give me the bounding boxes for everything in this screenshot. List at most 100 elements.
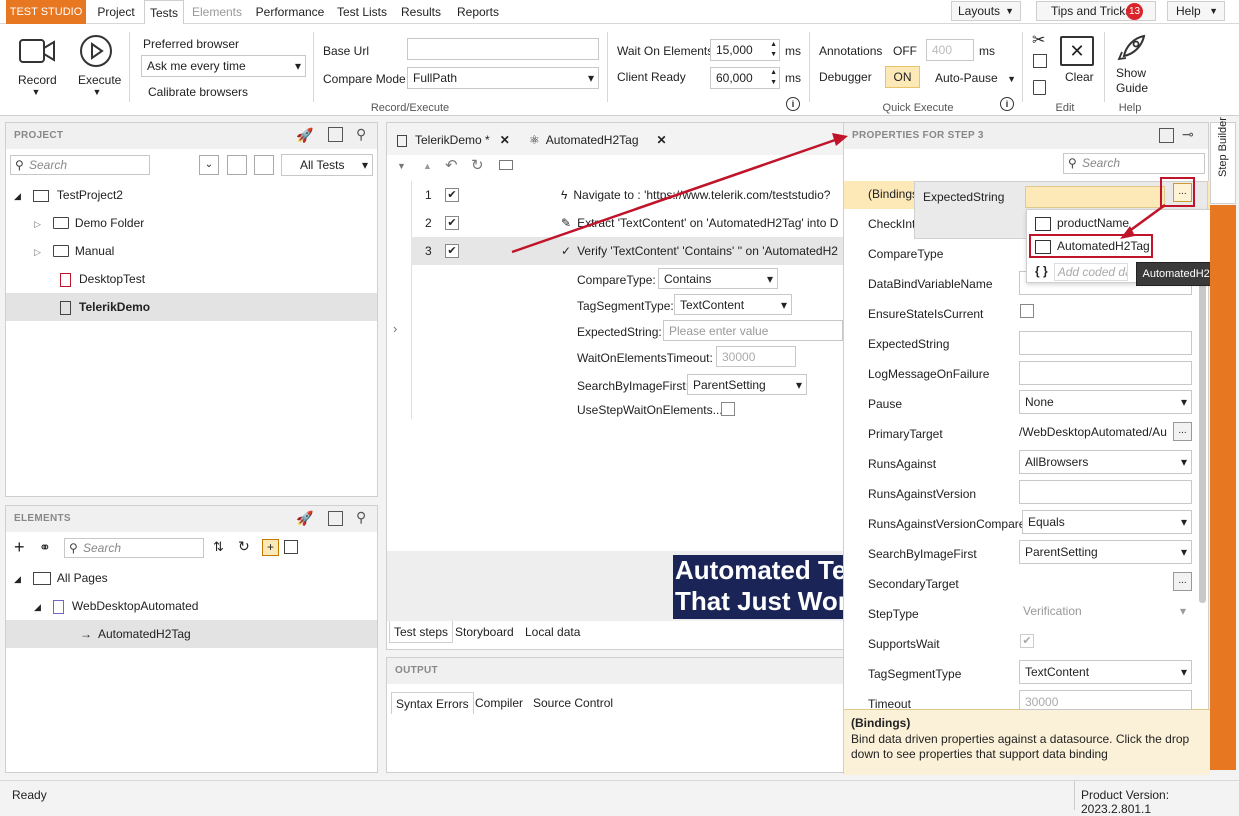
tab-storyboard[interactable]: Storyboard [451, 621, 518, 643]
tree-item-page[interactable]: ◢ WebDesktopAutomated [34, 592, 198, 620]
pin-icon[interactable]: ⚲ [356, 126, 366, 143]
editor-tab-telerikdemo[interactable]: TelerikDemo * ✕ [397, 129, 510, 151]
tree-item-element[interactable]: → AutomatedH2Tag [80, 620, 191, 648]
tree-item-all-pages[interactable]: ◢ All Pages [14, 564, 108, 592]
expected-string-prop-input[interactable] [1019, 331, 1192, 355]
primary-target-ellipsis-button[interactable]: ... [1173, 422, 1192, 441]
project-search-input[interactable]: ⚲ Search [10, 155, 150, 175]
log-message-input[interactable] [1019, 361, 1192, 385]
tree-item-manual[interactable]: ▷ Manual [34, 237, 114, 265]
pin-icon[interactable]: ⊸ [1182, 126, 1194, 143]
binding-option[interactable]: productName [1035, 213, 1129, 233]
binding-field-input[interactable] [1025, 186, 1165, 208]
client-ready-input[interactable]: 60,000 ▲ ▼ [710, 67, 780, 89]
clear-button[interactable]: Clear [1065, 70, 1094, 84]
cut-icon[interactable]: ✂ [1032, 30, 1045, 50]
close-icon[interactable]: ✕ [657, 133, 667, 147]
test-filter-select[interactable]: All Tests [281, 154, 373, 176]
search-by-image-select[interactable]: ParentSetting [687, 374, 807, 395]
tab-local-data[interactable]: Local data [521, 621, 584, 643]
runs-against-compare-select[interactable]: Equals [1022, 510, 1192, 534]
secondary-target-ellipsis-button[interactable]: ... [1173, 572, 1192, 591]
undo-icon[interactable]: ↶ [445, 156, 458, 174]
properties-search-input[interactable]: ⚲ Search [1063, 153, 1205, 174]
document-icon[interactable] [254, 155, 274, 175]
tab-test-steps[interactable]: Test steps [389, 621, 454, 643]
step-enabled-checkbox[interactable]: ✔ [445, 188, 459, 202]
refresh-icon[interactable]: ↻ [238, 538, 250, 555]
copy-icon[interactable] [1033, 54, 1047, 68]
timeout-input[interactable]: 30000 [1019, 690, 1192, 710]
tab-results[interactable]: Results [397, 0, 445, 24]
tab-reports[interactable]: Reports [452, 0, 504, 24]
step-row-selected[interactable]: 3 ✔ ✓ Verify 'TextContent' 'Contains' '' … [411, 237, 843, 265]
popout-icon[interactable] [328, 127, 343, 142]
tree-item-project[interactable]: ◢ TestProject2 [14, 181, 123, 209]
ensure-state-checkbox[interactable] [1020, 304, 1034, 318]
popout-icon[interactable] [1159, 128, 1174, 143]
collapse-all-icon[interactable]: ⌄ [199, 155, 219, 175]
move-up-icon[interactable]: ▲ [423, 161, 432, 171]
layouts-button[interactable]: Layouts ▼ [951, 1, 1021, 21]
step-options-icon[interactable] [499, 160, 513, 170]
compare-type-select[interactable]: Contains [658, 268, 778, 289]
show-guide-button[interactable]: Show Guide [1116, 66, 1148, 96]
tab-syntax-errors[interactable]: Syntax Errors [391, 692, 474, 714]
brand-tab[interactable]: TEST STUDIO [6, 0, 86, 24]
debugger-toggle[interactable]: ON [885, 66, 920, 88]
calibrate-browsers-button[interactable]: Calibrate browsers [148, 85, 248, 99]
rocket-icon[interactable] [1116, 32, 1148, 64]
paste-icon[interactable] [1033, 80, 1046, 95]
step-enabled-checkbox[interactable]: ✔ [445, 244, 459, 258]
clear-icon[interactable]: ✕ [1060, 36, 1094, 66]
copy-icon[interactable] [284, 540, 298, 554]
binding-option-selected[interactable]: AutomatedH2Tag [1035, 236, 1150, 256]
help-button[interactable]: Help ▼ [1167, 1, 1225, 21]
tab-performance[interactable]: Performance [251, 0, 329, 24]
expected-string-input[interactable]: Please enter value [663, 320, 843, 341]
side-tab-accent[interactable] [1210, 205, 1236, 770]
tag-segment-type-select[interactable]: TextContent [674, 294, 792, 315]
elements-search-input[interactable]: ⚲ Search [64, 538, 204, 558]
spinner-icon[interactable]: ▲ ▼ [770, 68, 777, 88]
record-button[interactable]: Record ▼ [18, 36, 58, 106]
add-icon[interactable]: + [14, 538, 25, 556]
tree-item-telerikdemo[interactable]: TelerikDemo [60, 293, 150, 321]
wait-on-elements-input[interactable]: 15,000 ▲ ▼ [710, 39, 780, 61]
add-element-icon[interactable]: + [262, 539, 279, 556]
step-row[interactable]: 1 ✔ ϟ Navigate to : 'https://www.telerik.… [411, 181, 843, 209]
wait-timeout-input[interactable]: 30000 [716, 346, 796, 367]
base-url-input[interactable] [407, 38, 599, 60]
expand-icon[interactable]: ◢ [14, 191, 21, 201]
tab-test-lists[interactable]: Test Lists [334, 0, 390, 24]
add-coded-input[interactable]: Add coded da [1053, 262, 1128, 281]
close-icon[interactable]: ✕ [500, 133, 510, 147]
expand-icon[interactable]: ◢ [34, 602, 41, 612]
execute-button[interactable]: Execute ▼ [78, 34, 121, 104]
annotations-input[interactable]: 400 [926, 39, 974, 61]
binding-ellipsis-button[interactable]: ... [1173, 183, 1192, 202]
tree-item-desktoptest[interactable]: DesktopTest [60, 265, 145, 293]
tree-item-demo-folder[interactable]: ▷ Demo Folder [34, 209, 144, 237]
editor-tab-automatedh2tag[interactable]: ⚛ AutomatedH2Tag ✕ [529, 129, 667, 151]
expand-step-icon[interactable]: › [393, 321, 397, 336]
binding-option-add-coded[interactable]: { } Add coded da [1035, 261, 1128, 281]
info-icon[interactable]: i [1000, 97, 1014, 111]
collapse-icon[interactable]: ▷ [34, 247, 41, 257]
use-step-wait-checkbox[interactable] [721, 402, 735, 416]
redo-icon[interactable]: ↻ [471, 156, 484, 174]
collapse-icon[interactable]: ▷ [34, 219, 41, 229]
expand-icon[interactable]: ◢ [14, 574, 21, 584]
tag-segment-type-prop-select[interactable]: TextContent [1019, 660, 1192, 684]
properties-scrollbar[interactable] [1199, 283, 1206, 603]
pause-select[interactable]: None [1019, 390, 1192, 414]
compare-mode-select[interactable]: FullPath [407, 67, 599, 89]
preferred-browser-select[interactable]: Ask me every time [141, 55, 306, 77]
info-icon[interactable]: i [786, 97, 800, 111]
rocket-icon[interactable]: 🚀 [296, 127, 313, 144]
spinner-icon[interactable]: ▲ ▼ [770, 40, 777, 60]
search-by-image-prop-select[interactable]: ParentSetting [1019, 540, 1192, 564]
popout-icon[interactable] [328, 511, 343, 526]
link-icon[interactable]: ⚭ [39, 539, 51, 556]
annotations-toggle[interactable]: OFF [893, 44, 917, 58]
